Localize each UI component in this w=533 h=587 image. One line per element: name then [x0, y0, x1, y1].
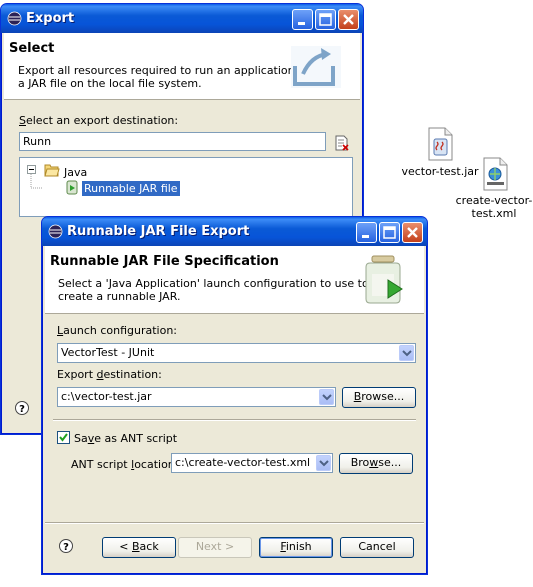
browse-destination-text: rowse... — [361, 390, 405, 403]
tree-folder-java[interactable]: Java — [64, 166, 87, 179]
file-label-jar: vector-test.jar — [401, 165, 479, 178]
minimize-button[interactable] — [292, 9, 313, 30]
jar-titlebar[interactable]: Runnable JAR File Export — [42, 217, 427, 246]
finish-text: inish — [285, 540, 312, 553]
browse-ant-text-a: Bro — [350, 456, 370, 469]
jar-file-icon — [425, 127, 455, 164]
launch-config-value: VectorTest - JUnit — [61, 346, 155, 359]
jar-title: Runnable JAR File Export — [67, 224, 250, 239]
eclipse-app-icon — [48, 224, 63, 239]
svg-text:?: ? — [19, 404, 25, 415]
checkmark-icon — [59, 433, 68, 442]
export-destination-mnemonic: d — [96, 368, 104, 381]
eclipse-app-icon — [7, 11, 22, 26]
chevron-down-icon — [319, 460, 329, 467]
export-destination-combo[interactable]: c:\vector-test.jar — [57, 387, 336, 407]
minimize-icon — [362, 235, 369, 238]
separator — [53, 419, 416, 421]
export-header-title: Select — [9, 41, 55, 56]
launch-config-label: Launch configuration: — [57, 324, 177, 337]
file-label-xml-line1: create-vector- — [455, 194, 533, 207]
browse-ant-text-b: se... — [378, 456, 402, 469]
close-icon — [407, 227, 418, 238]
export-destination-dropdown-button[interactable] — [319, 389, 334, 405]
launch-config-select[interactable]: VectorTest - JUnit — [57, 343, 416, 363]
save-ant-checkbox[interactable] — [57, 431, 70, 444]
export-header: Select Export all resources required to … — [4, 33, 360, 100]
help-icon[interactable]: ? — [58, 538, 74, 554]
minimize-button[interactable] — [356, 222, 377, 243]
save-ant-label-text-b: e as ANT script — [94, 432, 178, 445]
jar-wizard-icon — [365, 255, 403, 304]
cancel-button[interactable]: Cancel — [340, 537, 414, 558]
close-icon — [343, 14, 354, 25]
ant-location-combo[interactable]: c:\create-vector-test.xml — [171, 453, 333, 473]
chevron-down-icon — [322, 394, 332, 401]
file-label-xml-line2: test.xml — [471, 207, 517, 220]
jar-desc-line2: create a runnable JAR. — [58, 290, 181, 303]
export-header-desc: Export all resources required to run an … — [18, 64, 319, 90]
xml-file-icon — [480, 157, 510, 194]
jar-desc-line1: Select a 'Java Application' launch confi… — [58, 277, 369, 290]
runnable-jar-icon — [66, 180, 78, 195]
save-ant-label-text-a: Sa — [74, 432, 88, 445]
export-destination-label-text-a: Export — [57, 368, 97, 381]
close-button[interactable] — [338, 9, 359, 30]
export-title: Export — [26, 11, 75, 26]
svg-text:?: ? — [63, 542, 69, 553]
next-button[interactable]: Next > — [178, 537, 252, 558]
export-tree[interactable]: Java Runnable JAR file — [19, 157, 353, 217]
help-icon[interactable]: ? — [14, 400, 30, 416]
browse-ant-mnemonic: w — [369, 456, 379, 469]
clear-filter-icon[interactable] — [334, 135, 350, 151]
browse-destination-button[interactable]: Browse... — [342, 387, 416, 408]
export-dest-label-mnemonic: S — [19, 114, 26, 127]
export-desc-line1: Export all resources required to run an … — [18, 64, 320, 77]
export-filter-input[interactable]: Runn — [19, 132, 326, 151]
maximize-button[interactable] — [379, 222, 400, 243]
close-button[interactable] — [402, 222, 423, 243]
folder-open-icon — [44, 164, 60, 177]
ant-location-label-text-a: ANT script — [71, 458, 132, 471]
export-desc-line2: a JAR file on the local file system. — [18, 77, 202, 90]
export-destination-label-text-b: estination: — [103, 368, 162, 381]
jar-header: Runnable JAR File Specification Select a… — [45, 246, 424, 314]
jar-header-title: Runnable JAR File Specification — [50, 254, 279, 269]
jar-header-desc: Select a 'Java Application' launch confi… — [58, 277, 369, 303]
export-destination-value: c:\vector-test.jar — [61, 390, 152, 403]
export-destination-label: Export destination: — [57, 368, 162, 381]
launch-config-dropdown-button[interactable] — [399, 345, 414, 361]
bottom-separator — [45, 522, 424, 524]
back-text-a: < — [119, 540, 132, 553]
file-label-xml: create-vector- test.xml — [452, 194, 533, 220]
back-text-b: ack — [139, 540, 159, 553]
export-dest-label: Select an export destination: — [19, 114, 178, 127]
jar-export-dialog: Runnable JAR File Export Runnable JAR Fi… — [41, 216, 428, 575]
export-wizard-icon — [291, 46, 341, 88]
browse-ant-button[interactable]: Browse... — [339, 453, 413, 474]
back-button[interactable]: < Back — [102, 537, 176, 558]
ant-location-label: ANT script location: — [71, 458, 178, 471]
maximize-icon — [319, 13, 332, 26]
finish-button[interactable]: Finish — [259, 537, 333, 558]
export-dest-label-text: elect an export destination: — [25, 114, 179, 127]
save-ant-label[interactable]: Save as ANT script — [74, 432, 177, 445]
launch-config-label-text: aunch configuration: — [63, 324, 178, 337]
maximize-button[interactable] — [315, 9, 336, 30]
maximize-icon — [383, 226, 396, 239]
ant-location-value: c:\create-vector-test.xml — [175, 456, 311, 469]
chevron-down-icon — [402, 350, 412, 357]
tree-item-runnable-jar[interactable]: Runnable JAR file — [81, 180, 181, 197]
ant-location-dropdown-button[interactable] — [316, 455, 331, 471]
minimize-icon — [298, 22, 305, 25]
export-titlebar[interactable]: Export — [1, 4, 363, 33]
back-mnemonic: B — [132, 540, 140, 553]
